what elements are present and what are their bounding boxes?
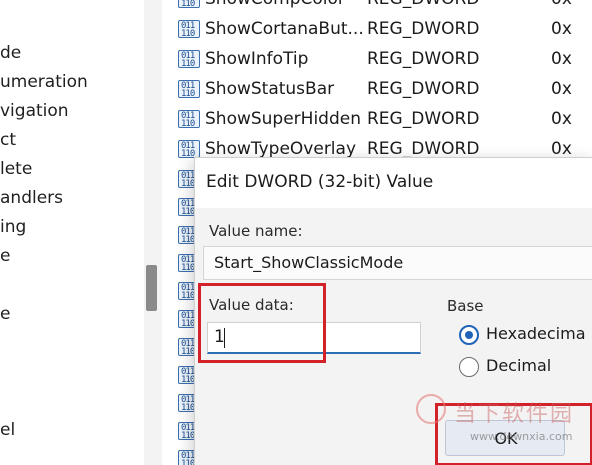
tree-scrollbar-thumb[interactable] [146,265,157,311]
value-row[interactable]: 011110 ShowCompColor REG_DWORD 0x [162,0,592,13]
value-type: REG_DWORD [367,49,480,69]
value-data: 0x [551,19,572,39]
registry-dword-icon: 011110 [178,50,200,68]
regedit-window: de umeration vigation ct lete andlers in… [0,0,592,465]
value-type: REG_DWORD [367,79,480,99]
value-row[interactable]: 011 110 ShowSuperHidden REG_DWORD 0x [162,105,592,133]
value-data: 0x [551,49,572,69]
registry-dword-icon: 011110 [178,0,200,8]
base-label: Base [447,297,484,315]
value-name: ShowStatusBar [205,79,335,99]
value-name: ShowCortanaBut... [205,19,364,39]
edit-dword-dialog: Edit DWORD (32-bit) Value Value name: St… [194,157,592,465]
value-name: ShowInfoTip [205,49,309,69]
value-name-text: Start_ShowClassicMode [214,253,404,272]
registry-dword-icon: 011110 [178,20,200,38]
tree-item[interactable]: ing [0,216,26,238]
value-row[interactable]: 011 110 ShowStatusBar REG_DWORD 0x [162,75,592,103]
registry-dword-icon: 011110 [178,80,200,98]
radio-unselected-icon[interactable] [459,357,479,377]
tree-item[interactable]: andlers [0,187,63,209]
tree-item[interactable]: e [0,303,10,325]
highlight-box-value-data [198,283,326,363]
registry-dword-icon: 011110 [178,110,200,128]
value-data: 0x [551,109,572,129]
registry-dword-icon: 011110 [178,140,200,158]
value-data: 0x [551,79,572,99]
value-name-field: Start_ShowClassicMode [203,246,592,280]
tree-item[interactable]: lete [0,158,32,180]
value-name: ShowCompColor [205,0,345,13]
tree-item[interactable]: ct [0,129,16,151]
radio-label: Hexadecima [486,324,586,343]
tree-item[interactable]: vigation [0,100,69,122]
radio-label: Decimal [486,356,552,375]
value-type: REG_DWORD [367,0,479,13]
dialog-titlebar[interactable]: Edit DWORD (32-bit) Value [195,158,592,208]
tree-item[interactable]: e [0,245,10,267]
tree-item[interactable]: el [0,419,15,441]
radio-hexadecimal[interactable]: Hexadecima [459,323,592,349]
value-row[interactable]: 011 110 ShowCortanaBut... REG_DWORD 0x [162,15,592,43]
value-name: ShowSuperHidden [205,109,361,129]
value-type: REG_DWORD [367,109,480,129]
value-name-label: Value name: [209,222,303,240]
key-tree-pane: de umeration vigation ct lete andlers in… [0,0,144,465]
highlight-box-ok [435,403,592,465]
value-row[interactable]: 011 110 ShowInfoTip REG_DWORD 0x [162,45,592,73]
dialog-title: Edit DWORD (32-bit) Value [206,172,434,192]
tree-item[interactable]: umeration [0,71,88,93]
value-data: 0x [551,0,572,13]
tree-item[interactable]: de [0,42,21,64]
value-type: REG_DWORD [367,19,480,39]
tree-scrollbar[interactable] [144,0,162,465]
radio-decimal[interactable]: Decimal [459,355,592,381]
radio-selected-icon[interactable] [459,325,479,345]
